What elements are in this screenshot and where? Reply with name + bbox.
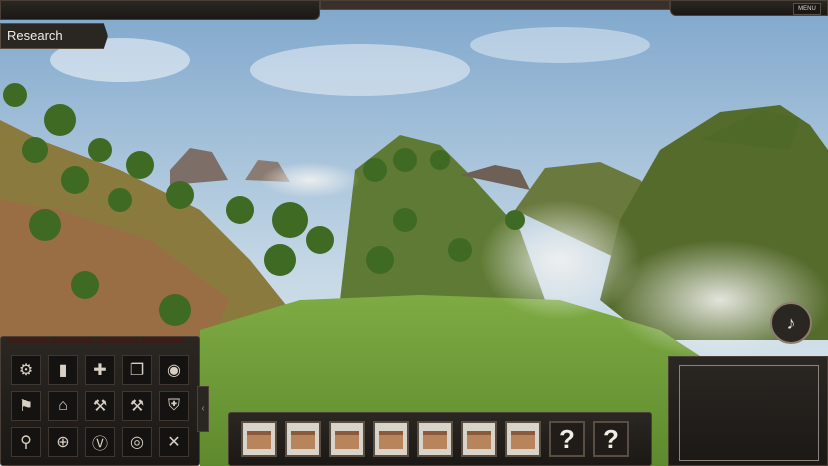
building-slot-5[interactable]	[417, 421, 453, 457]
tool-grid: ⚙ ▮ ✚ ❐ ◉ ⚑ ⌂ ⚒ ⚒ ⛨ ⚲ ⊕ Ⓥ ◎ ✕	[11, 355, 189, 457]
map-icon[interactable]: ✚	[85, 355, 115, 385]
building-slot-1[interactable]	[241, 421, 277, 457]
research-tab[interactable]: Research	[0, 23, 108, 49]
tool-tab[interactable]	[52, 338, 94, 344]
horn-icon[interactable]: ♪	[770, 302, 812, 344]
building-thumbnail-icon	[291, 431, 315, 449]
building-slot-2[interactable]	[285, 421, 321, 457]
chat-icon[interactable]: ◉	[159, 355, 189, 385]
settings-icon[interactable]: ⚙	[11, 355, 41, 385]
open-book-icon[interactable]: ❐	[122, 355, 152, 385]
tool-panel-collapse-button[interactable]: ‹	[197, 386, 209, 432]
top-center-bar	[320, 0, 670, 10]
hammer-icon[interactable]: ⚒	[85, 391, 115, 421]
laurel-icon[interactable]: Ⓥ	[85, 427, 115, 457]
top-right-bar: MENU	[670, 0, 828, 16]
building-thumbnail-icon	[379, 431, 403, 449]
tool-panel: ⚙ ▮ ✚ ❐ ◉ ⚑ ⌂ ⚒ ⚒ ⛨ ⚲ ⊕ Ⓥ ◎ ✕	[0, 336, 200, 466]
crossed-tools-icon[interactable]: ✕	[159, 427, 189, 457]
coins-icon[interactable]: ◎	[122, 427, 152, 457]
tool-panel-tabs	[7, 331, 197, 344]
locked-slot-1[interactable]: ?	[549, 421, 585, 457]
compass-icon[interactable]: ⊕	[48, 427, 78, 457]
tool-tab[interactable]	[97, 338, 139, 344]
building-slot-7[interactable]	[505, 421, 541, 457]
book-icon[interactable]: ▮	[48, 355, 78, 385]
top-left-bar	[0, 0, 320, 20]
tool-tab[interactable]	[142, 338, 184, 344]
building-slot-3[interactable]	[329, 421, 365, 457]
building-thumbnail-icon	[511, 431, 535, 449]
magnifier-icon[interactable]: ⚲	[11, 427, 41, 457]
hammer-add-icon[interactable]: ⚒	[122, 391, 152, 421]
building-thumbnail-icon	[467, 431, 491, 449]
building-slot-6[interactable]	[461, 421, 497, 457]
menu-button[interactable]: MENU	[793, 3, 821, 15]
building-thumbnail-icon	[423, 431, 447, 449]
building-slots: ??	[241, 421, 629, 457]
building-thumbnail-icon	[247, 431, 271, 449]
tool-tab[interactable]	[7, 338, 49, 344]
temple-icon[interactable]: ⌂	[48, 391, 78, 421]
building-thumbnail-icon	[335, 431, 359, 449]
info-panel-frame	[679, 365, 819, 461]
building-slot-4[interactable]	[373, 421, 409, 457]
building-bar: ??	[228, 412, 652, 466]
shield-icon[interactable]: ⛨	[159, 391, 189, 421]
flag-icon[interactable]: ⚑	[11, 391, 41, 421]
locked-slot-2[interactable]: ?	[593, 421, 629, 457]
info-panel	[668, 356, 828, 466]
